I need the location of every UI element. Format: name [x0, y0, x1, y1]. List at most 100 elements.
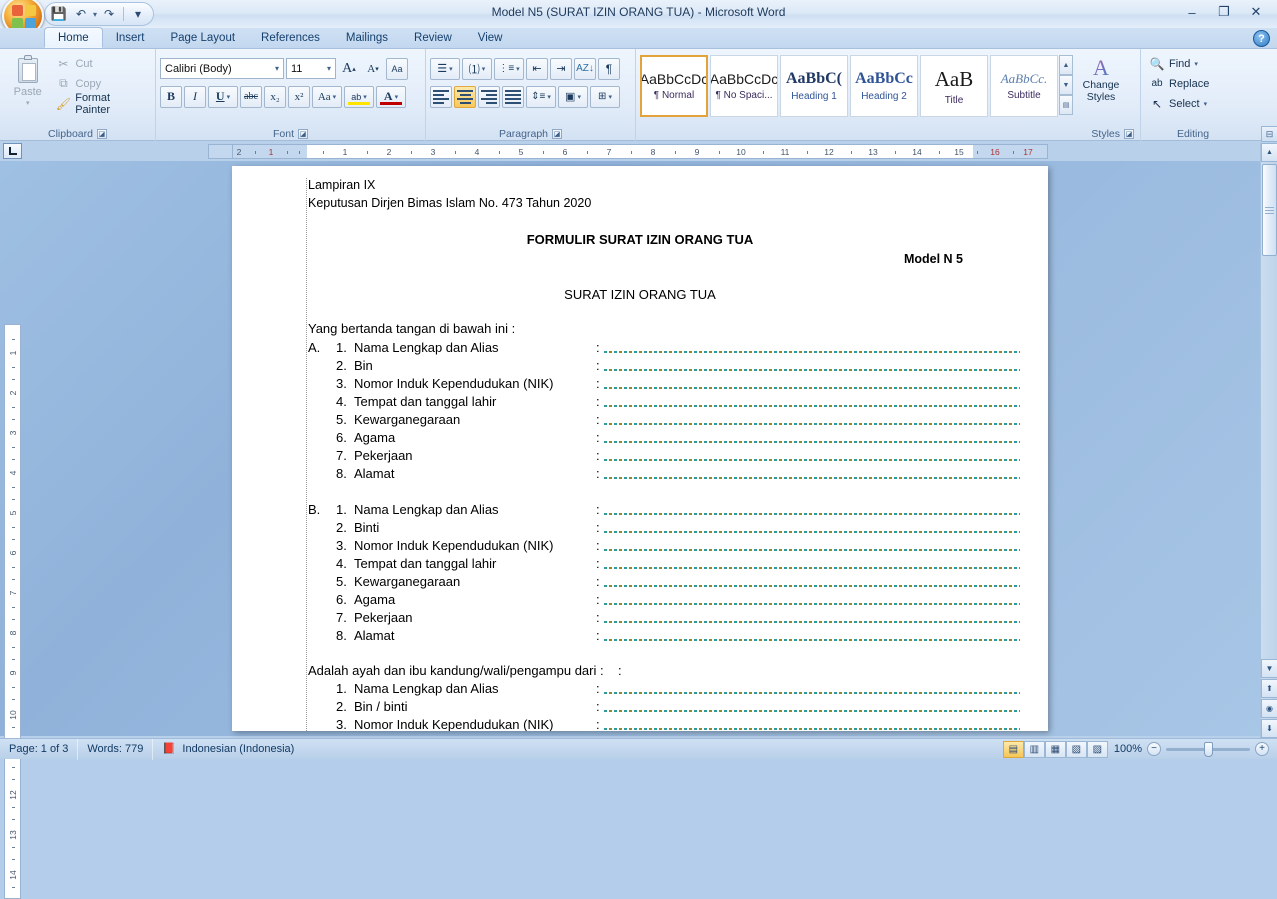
show-formatting-marks-button[interactable]: ¶ — [598, 57, 620, 80]
vertical-scrollbar[interactable]: ⊟ ▲ ▼ ⬆ ◉ ⬇ — [1260, 126, 1277, 738]
format-painter-button[interactable]: 🖌 Format Painter — [51, 92, 151, 116]
tab-mailings[interactable]: Mailings — [333, 28, 401, 48]
tab-references[interactable]: References — [248, 28, 333, 48]
split-window-button[interactable]: ⊟ — [1261, 126, 1277, 142]
item-number: 3. — [336, 717, 347, 731]
vertical-ruler[interactable]: 1 2 3 4 5 6 7 8 9 10 11 12 13 14 — [4, 324, 21, 899]
align-right-button[interactable] — [478, 85, 500, 108]
tab-home[interactable]: Home — [44, 27, 103, 48]
style-title-preview: AaB — [934, 66, 974, 91]
copy-button[interactable]: ⧉ Copy — [51, 74, 151, 93]
scroll-up-button[interactable]: ▲ — [1261, 143, 1277, 162]
tab-page-layout[interactable]: Page Layout — [157, 28, 248, 48]
zoom-level-label[interactable]: 100% — [1114, 743, 1142, 755]
word-count-status[interactable]: Words: 779 — [77, 738, 152, 760]
font-dialog-launcher-icon[interactable]: ◪ — [298, 128, 308, 139]
zoom-in-button[interactable]: + — [1255, 742, 1269, 756]
next-page-button[interactable]: ⬇ — [1261, 719, 1277, 738]
dotted-leader-line — [604, 621, 1020, 623]
superscript-button[interactable]: x² — [288, 85, 310, 108]
outline-view-button[interactable]: ▧ — [1065, 740, 1087, 758]
paste-button[interactable]: Paste ▾ — [4, 52, 51, 114]
style-heading-1[interactable]: AaBbC( Heading 1 — [780, 55, 848, 117]
page-status[interactable]: Page: 1 of 3 — [0, 739, 77, 760]
restore-button[interactable]: ❐ — [1209, 2, 1239, 22]
scroll-down-button[interactable]: ▼ — [1261, 659, 1277, 678]
cut-button[interactable]: ✂ Cut — [51, 54, 151, 73]
web-layout-view-button[interactable]: ▦ — [1044, 740, 1066, 758]
redo-icon[interactable]: ↷ — [99, 5, 119, 24]
font-size-combo[interactable]: 11 ▾ — [286, 58, 336, 79]
draft-view-button[interactable]: ▨ — [1086, 740, 1108, 758]
text-highlight-button[interactable]: ab ▾ — [344, 85, 374, 108]
decrease-indent-icon: ⇤ — [532, 63, 542, 75]
tab-review[interactable]: Review — [401, 28, 465, 48]
multilevel-list-button[interactable]: ⋮≡ ▾ — [494, 57, 524, 80]
document-page[interactable]: Lampiran IX Keputusan Dirjen Bimas Islam… — [232, 166, 1048, 731]
font-color-button[interactable]: A ▾ — [376, 85, 406, 108]
change-case-button[interactable]: Aa ▾ — [312, 85, 342, 108]
previous-page-button[interactable]: ⬆ — [1261, 679, 1277, 698]
undo-dropdown-icon[interactable]: ▾ — [93, 10, 97, 19]
zoom-slider-track[interactable] — [1166, 741, 1250, 757]
help-icon[interactable]: ? — [1253, 30, 1270, 47]
customize-qat-icon[interactable]: ▾ — [128, 5, 148, 24]
replace-button[interactable]: ab Replace — [1145, 74, 1213, 93]
numbering-button[interactable]: ⑴ ▾ — [462, 57, 492, 80]
close-button[interactable]: ✕ — [1241, 2, 1271, 22]
styles-scroll-down-icon[interactable]: ▼ — [1059, 75, 1073, 95]
tab-view[interactable]: View — [465, 28, 516, 48]
scrollbar-thumb[interactable] — [1262, 164, 1277, 256]
align-center-button[interactable] — [454, 85, 476, 108]
paragraph-dialog-launcher-icon[interactable]: ◪ — [552, 128, 563, 139]
horizontal-ruler-left-margin[interactable] — [208, 144, 232, 159]
browse-object-button[interactable]: ◉ — [1261, 699, 1277, 718]
tab-stop-selector-button[interactable] — [3, 143, 22, 159]
shrink-font-button[interactable]: A ▾ — [362, 58, 384, 80]
italic-button[interactable]: I — [184, 85, 206, 108]
undo-icon[interactable]: ↶ — [71, 5, 91, 24]
style-heading-2[interactable]: AaBbCc Heading 2 — [850, 55, 918, 117]
clipboard-dialog-launcher-icon[interactable]: ◪ — [96, 128, 107, 139]
tab-insert[interactable]: Insert — [103, 28, 158, 48]
font-name-combo[interactable]: Calibri (Body) ▾ — [160, 58, 284, 79]
style-subtitle[interactable]: AaBbCc. Subtitle — [990, 55, 1058, 117]
grow-font-button[interactable]: A ▴ — [338, 58, 360, 80]
style-no-spacing[interactable]: AaBbCcDc ¶ No Spaci... — [710, 55, 778, 117]
dotted-leader-line — [604, 459, 1020, 461]
minimize-button[interactable]: – — [1177, 2, 1207, 22]
document-body[interactable]: Lampiran IX Keputusan Dirjen Bimas Islam… — [232, 166, 1048, 731]
underline-button[interactable]: U ▾ — [208, 85, 238, 108]
bullets-button[interactable]: ☰ ▾ — [430, 57, 460, 80]
sort-button[interactable]: AZ↓ — [574, 57, 596, 80]
select-button[interactable]: ↖ Select ▾ — [1145, 94, 1213, 113]
styles-gallery-scrollbar[interactable]: ▲ ▼ ▤ — [1059, 55, 1073, 115]
find-label: Find — [1169, 57, 1191, 70]
styles-more-icon[interactable]: ▤ — [1059, 95, 1073, 115]
bold-button[interactable]: B — [160, 85, 182, 108]
increase-indent-button[interactable]: ⇥ — [550, 57, 572, 80]
item-colon: : — [596, 466, 600, 481]
decrease-indent-button[interactable]: ⇤ — [526, 57, 548, 80]
shading-button[interactable]: ▣ ▾ — [558, 85, 588, 108]
line-spacing-button[interactable]: ⇕≡ ▾ — [526, 85, 556, 108]
zoom-slider-thumb[interactable] — [1204, 741, 1213, 757]
print-layout-view-button[interactable]: ▤ — [1002, 740, 1024, 758]
styles-scroll-up-icon[interactable]: ▲ — [1059, 55, 1073, 75]
subscript-button[interactable]: x₂ — [264, 85, 286, 108]
zoom-out-button[interactable]: − — [1147, 742, 1161, 756]
align-left-button[interactable] — [430, 85, 452, 108]
style-title[interactable]: AaB Title — [920, 55, 988, 117]
find-button[interactable]: 🔍 Find ▾ — [1145, 54, 1213, 73]
save-icon[interactable]: 💾 — [49, 5, 69, 24]
full-screen-reading-view-button[interactable]: ▥ — [1023, 740, 1045, 758]
horizontal-ruler[interactable]: 21 1 23 4 56 7 89 10 11 12 13 14 15 16 17 — [232, 144, 1048, 159]
style-normal[interactable]: AaBbCcDc ¶ Normal — [640, 55, 708, 117]
justify-button[interactable] — [502, 85, 524, 108]
borders-button[interactable]: ⊞ ▾ — [590, 85, 620, 108]
styles-dialog-launcher-icon[interactable]: ◪ — [1124, 128, 1134, 139]
language-status[interactable]: Indonesian (Indonesia) — [152, 738, 303, 760]
change-styles-button[interactable]: A Change Styles — [1073, 55, 1129, 117]
clear-formatting-button[interactable]: Aa — [386, 57, 408, 80]
strikethrough-button[interactable]: abc — [240, 85, 262, 108]
